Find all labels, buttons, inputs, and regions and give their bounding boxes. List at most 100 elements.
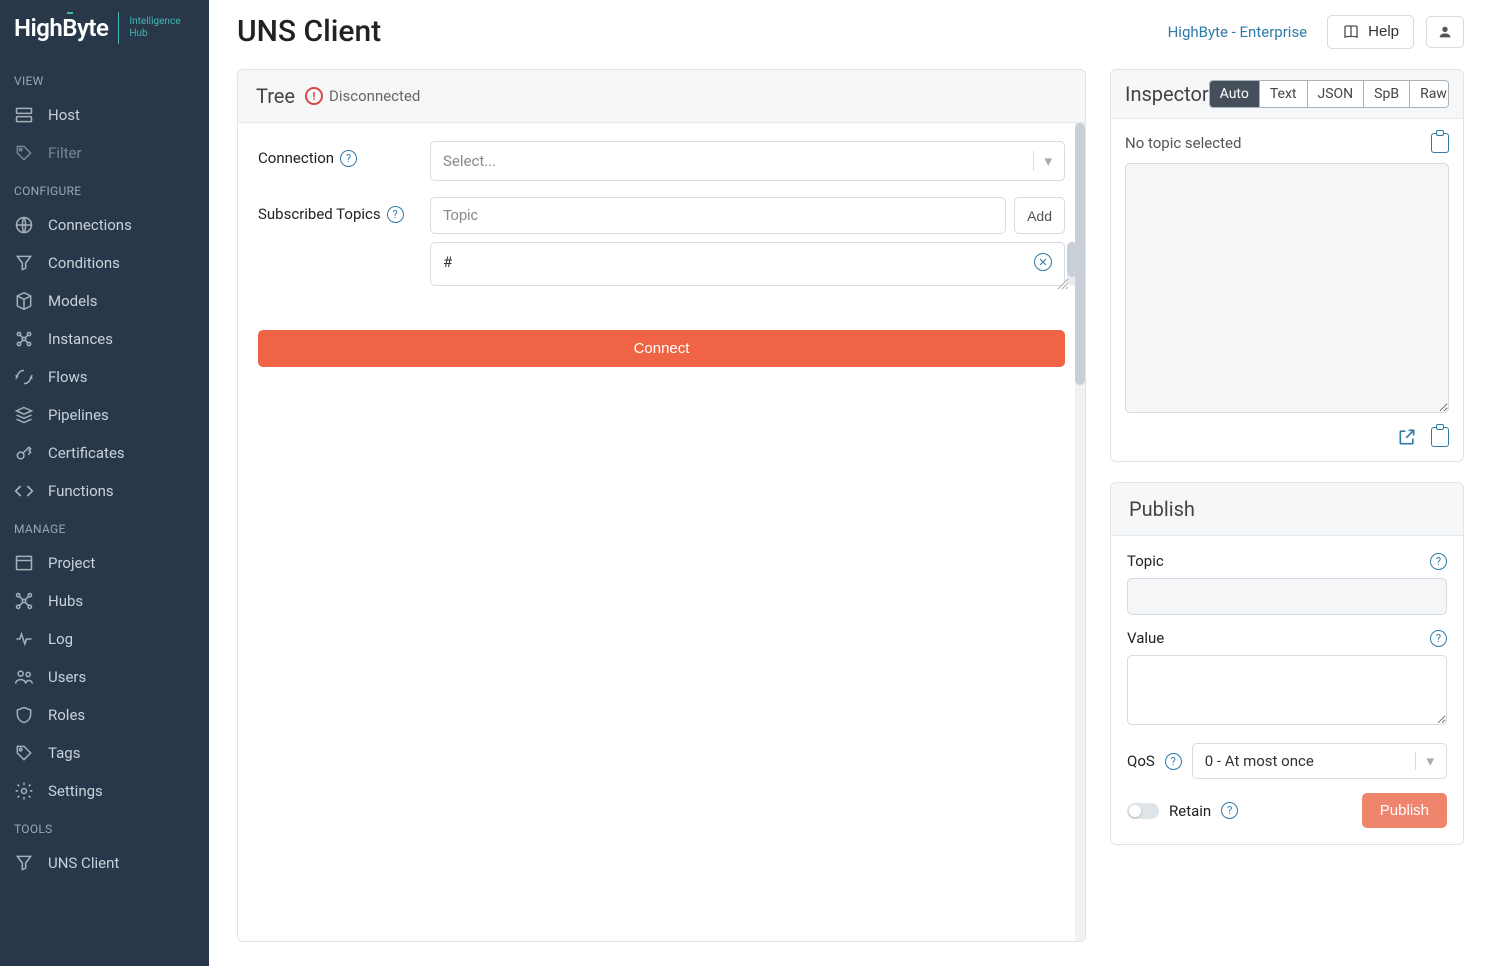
warning-icon: ! [305,87,323,105]
nav-hubs[interactable]: Hubs [0,582,209,620]
topic-input[interactable] [430,197,1006,234]
add-topic-button[interactable]: Add [1014,197,1065,234]
nav-host[interactable]: Host [0,96,209,134]
publish-value-input[interactable] [1127,655,1447,725]
publish-button[interactable]: Publish [1362,793,1447,828]
nav-label: Connections [48,216,132,234]
help-label: Help [1368,23,1399,40]
inspector-tabs: Auto Text JSON SpB Raw [1209,80,1449,108]
inspector-title: Inspector [1125,82,1209,106]
page-title: UNS Client [237,14,1156,49]
uns-icon [14,853,34,873]
tree-title: Tree [256,84,295,108]
external-link-icon[interactable] [1397,427,1417,447]
chevron-down-icon: ▾ [1044,152,1052,170]
nav-label: Log [48,630,73,648]
clipboard-icon[interactable] [1431,427,1449,447]
host-icon [14,105,34,125]
logo-divider [118,12,119,44]
nav-label: Conditions [48,254,120,272]
connection-label: Connection ? [258,141,418,167]
topbar: UNS Client HighByte - Enterprise Help [209,0,1492,59]
body-scroll-thumb[interactable] [1075,123,1085,385]
book-icon [1342,23,1360,41]
publish-topic-label: Topic [1127,552,1164,570]
nav-certificates[interactable]: Certificates [0,434,209,472]
help-button[interactable]: Help [1327,15,1414,49]
nav-label: Project [48,554,95,572]
help-icon[interactable]: ? [1430,630,1447,647]
connect-button[interactable]: Connect [258,330,1065,367]
project-icon [14,553,34,573]
nav-functions[interactable]: Functions [0,472,209,510]
nav-users[interactable]: Users [0,658,209,696]
topic-item: # ✕ [431,243,1064,281]
retain-toggle[interactable] [1127,803,1159,819]
resize-handle[interactable] [1057,278,1069,290]
tab-spb[interactable]: SpB [1364,81,1410,107]
nav-log[interactable]: Log [0,620,209,658]
nav-project[interactable]: Project [0,544,209,582]
section-tools: TOOLS [0,810,209,844]
nav-filter[interactable]: Filter [0,134,209,172]
nav-roles[interactable]: Roles [0,696,209,734]
publish-value-label: Value [1127,629,1164,647]
nav-instances[interactable]: Instances [0,320,209,358]
tree-body: Connection ? Select... ▾ [238,123,1085,941]
nav-tags[interactable]: Tags [0,734,209,772]
section-manage: MANAGE [0,510,209,544]
tag-icon [14,143,34,163]
nav-label: Settings [48,782,103,800]
tab-auto[interactable]: Auto [1210,81,1260,107]
publish-header: Publish [1111,483,1463,536]
user-button[interactable] [1426,16,1464,48]
flows-icon [14,367,34,387]
nav-conditions[interactable]: Conditions [0,244,209,282]
subscribed-topics-label: Subscribed Topics ? [258,197,418,223]
inspector-content[interactable] [1125,163,1449,413]
no-topic-text: No topic selected [1125,134,1241,152]
tag-icon [14,743,34,763]
help-icon[interactable]: ? [1221,802,1238,819]
nav-uns-client[interactable]: UNS Client [0,844,209,882]
section-configure: CONFIGURE [0,172,209,206]
connection-status: ! Disconnected [305,87,420,105]
nav-pipelines[interactable]: Pipelines [0,396,209,434]
status-text: Disconnected [329,87,420,105]
code-icon [14,481,34,501]
remove-topic-icon[interactable]: ✕ [1034,253,1052,271]
section-view: VIEW [0,62,209,96]
nav-label: Hubs [48,592,83,610]
nav-label: UNS Client [48,854,119,872]
brand-name: HighByte [14,14,108,42]
enterprise-link[interactable]: HighByte - Enterprise [1168,23,1308,41]
nav-label: Flows [48,368,88,386]
nav-label: Tags [48,744,80,762]
tab-text[interactable]: Text [1260,81,1308,107]
tab-raw[interactable]: Raw [1410,81,1449,107]
nav-connections[interactable]: Connections [0,206,209,244]
sidebar: HighByte IntelligenceHub VIEW Host Filte… [0,0,209,966]
connection-select[interactable]: Select... ▾ [430,141,1065,181]
clipboard-icon[interactable] [1431,133,1449,153]
topics-list: # ✕ [430,242,1065,286]
retain-label: Retain [1169,802,1211,820]
tab-json[interactable]: JSON [1308,81,1365,107]
hubs-icon [14,591,34,611]
publish-title: Publish [1129,497,1195,521]
help-icon[interactable]: ? [387,206,404,223]
key-icon [14,443,34,463]
help-icon[interactable]: ? [340,150,357,167]
nav-models[interactable]: Models [0,282,209,320]
nav-flows[interactable]: Flows [0,358,209,396]
globe-icon [14,215,34,235]
help-icon[interactable]: ? [1165,753,1182,770]
nav-label: Certificates [48,444,125,462]
publish-topic-input[interactable] [1127,578,1447,615]
help-icon[interactable]: ? [1430,553,1447,570]
tree-panel: Tree ! Disconnected Connection ? [237,69,1086,942]
funnel-icon [14,253,34,273]
user-icon [1437,24,1453,40]
qos-select[interactable]: 0 - At most once ▾ [1192,743,1447,779]
nav-settings[interactable]: Settings [0,772,209,810]
